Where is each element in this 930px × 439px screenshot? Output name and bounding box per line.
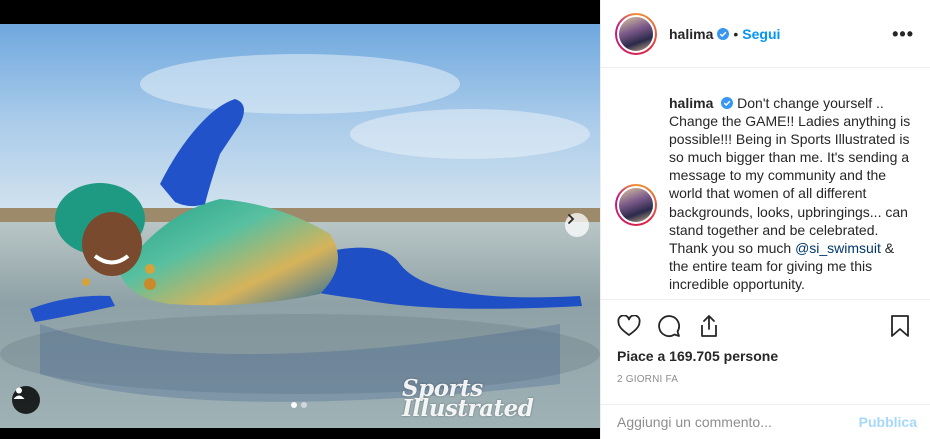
- likes-count[interactable]: Piace a 169.705 persone: [601, 348, 930, 364]
- caption-section: halima Don't change yourself .. Change t…: [601, 68, 930, 300]
- photo-illustration: [0, 24, 600, 428]
- tagged-users-button[interactable]: [12, 386, 40, 414]
- caption-body: Don't change yourself .. Change the GAME…: [669, 95, 911, 256]
- action-bar: [601, 306, 930, 346]
- post-image[interactable]: Sports Illustrated: [0, 24, 600, 428]
- header-separator: •: [733, 25, 739, 42]
- publish-button[interactable]: Pubblica: [859, 414, 917, 430]
- comment-input[interactable]: [617, 414, 859, 430]
- share-icon: [701, 315, 717, 337]
- more-options-icon[interactable]: •••: [892, 25, 914, 43]
- caption-author-avatar[interactable]: [615, 184, 657, 226]
- comment-button[interactable]: [655, 312, 683, 340]
- carousel-dot-active: [291, 402, 297, 408]
- caption-text: halima Don't change yourself .. Change t…: [669, 94, 914, 299]
- chevron-right-icon: [568, 214, 575, 224]
- carousel-next-button[interactable]: [565, 213, 589, 237]
- carousel-indicator: [291, 402, 307, 408]
- author-username[interactable]: halima: [669, 26, 713, 42]
- post-modal: Sports Illustrated halima • Segui ••• ha…: [0, 0, 930, 439]
- comment-composer: Pubblica: [601, 404, 930, 439]
- follow-button[interactable]: Segui: [742, 26, 780, 42]
- post-timestamp[interactable]: 2 GIORNI FA: [601, 374, 930, 385]
- avatar-image: [617, 186, 655, 224]
- like-button[interactable]: [615, 312, 643, 340]
- heart-icon: [617, 315, 641, 336]
- author-avatar[interactable]: [615, 12, 657, 55]
- caption-username[interactable]: halima: [669, 95, 713, 111]
- bookmark-icon: [891, 315, 909, 337]
- verified-badge-icon: [717, 27, 730, 40]
- post-details-panel: halima • Segui ••• halima Don't change y…: [600, 0, 930, 439]
- comment-icon: [658, 315, 680, 337]
- watermark-line-2: Illustrated: [402, 395, 534, 422]
- verified-badge-icon: [721, 97, 734, 109]
- post-header: halima • Segui •••: [601, 0, 930, 68]
- caption-mention-link[interactable]: @si_swimsuit: [795, 240, 881, 256]
- avatar-image: [617, 14, 655, 53]
- share-button[interactable]: [695, 312, 723, 340]
- carousel-dot: [301, 402, 307, 408]
- save-button[interactable]: [886, 312, 914, 340]
- sports-illustrated-watermark: Sports Illustrated: [402, 377, 592, 422]
- person-icon: [13, 387, 25, 399]
